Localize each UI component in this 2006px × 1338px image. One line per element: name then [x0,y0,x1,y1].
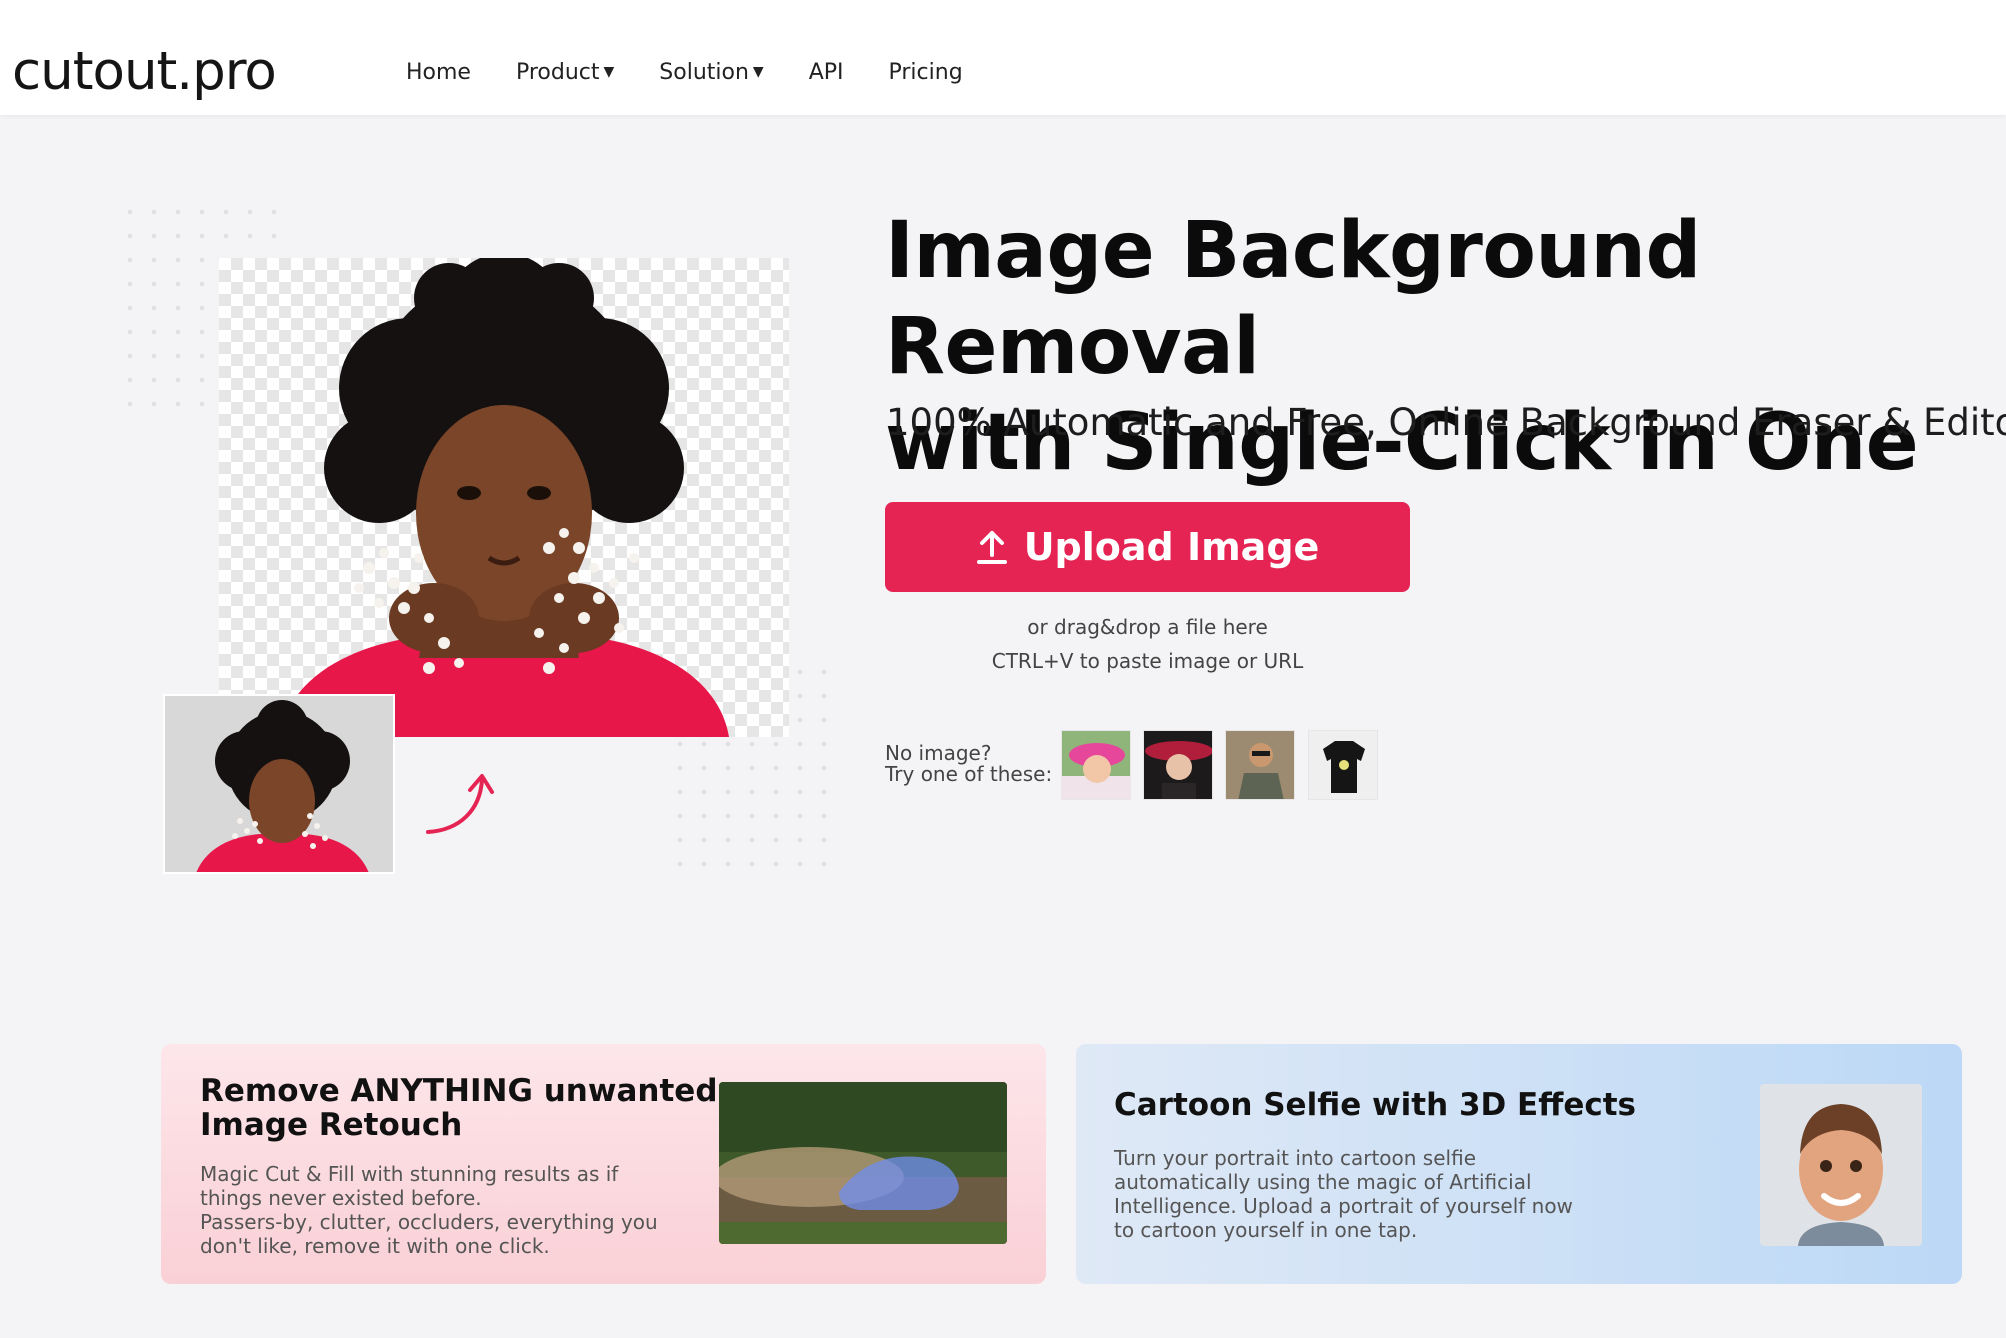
original-photo-thumbnail [163,694,395,874]
upload-image-label: Upload Image [1023,525,1320,569]
main-nav: Home Product ▼ Solution ▼ API Pricing [406,52,1008,92]
retouch-card-title: Remove ANYTHING unwanted - Image Retouch [200,1074,741,1142]
sample-images-label: No image? Try one of these: [885,743,1052,785]
nav-solution[interactable]: Solution ▼ [659,60,763,85]
sample-image-girl-pink-hat[interactable] [1061,730,1131,800]
nav-pricing-label: Pricing [888,59,963,85]
nav-solution-label: Solution [659,59,749,85]
nav-product-label: Product [515,59,600,85]
retouch-title-line1: Remove ANYTHING unwanted - [200,1073,742,1109]
rally-car-retouch-image [719,1082,1007,1244]
black-tshirt-thumbnail [1309,731,1377,799]
drag-drop-hint: or drag&drop a file here [1027,615,1268,639]
sample-image-man-suit[interactable] [1225,730,1295,800]
retouch-card-description: Magic Cut & Fill with stunning results a… [200,1162,658,1258]
sample-image-woman-red-hat[interactable] [1143,730,1213,800]
transparent-result-image [219,258,789,737]
nav-api-label: API [808,59,844,85]
paste-hint: CTRL+V to paste image or URL [991,649,1304,673]
page-subtitle: 100% Automatic and Free, Online Backgrou… [886,401,2006,444]
cutout-pro-logo[interactable]: cutout.pro [12,36,277,108]
woman-red-hat-thumbnail [1144,731,1212,799]
page-title-line1: Image Background Removal [885,206,1701,392]
retouch-desc-line3: Passers-by, clutter, occluders, everythi… [200,1210,658,1234]
girl-pink-hat-thumbnail [1062,731,1130,799]
nav-home[interactable]: Home [406,60,471,85]
sample-image-black-tshirt[interactable] [1308,730,1378,800]
retouch-desc-line4: don't like, remove it with one click. [200,1234,550,1258]
sample-label-line2: Try one of these: [885,762,1053,786]
nav-home-label: Home [406,59,471,85]
top-header: cutout.pro Home Product ▼ Solution ▼ API… [0,0,2006,115]
cartoon-desc-line4: to cartoon yourself in one tap. [1114,1218,1418,1242]
nav-api[interactable]: API [809,60,844,85]
nav-pricing[interactable]: Pricing [889,60,963,85]
retouch-title-line2: Image Retouch [200,1107,463,1143]
retouch-desc-line2: things never existed before. [200,1186,482,1210]
curved-arrow-icon [426,774,494,834]
cartoon-selfie-card[interactable]: Cartoon Selfie with 3D Effects Turn your… [1076,1044,1962,1284]
cartoon-desc-line1: Turn your portrait into cartoon selfie [1114,1146,1476,1170]
cartoon-card-title: Cartoon Selfie with 3D Effects [1114,1087,1637,1123]
cartoon-desc-line2: automatically using the magic of Artific… [1114,1170,1532,1194]
sample-label-line1: No image? [885,741,992,765]
cartoon-man-avatar [1760,1084,1922,1246]
cartoon-desc-line3: Intelligence. Upload a portrait of yours… [1114,1194,1573,1218]
image-retouch-card[interactable]: Remove ANYTHING unwanted - Image Retouch… [161,1044,1046,1284]
woman-cutout-illustration [279,258,729,737]
nav-product[interactable]: Product ▼ [516,60,614,85]
retouch-desc-line1: Magic Cut & Fill with stunning results a… [200,1162,619,1186]
caret-down-icon: ▼ [603,64,615,80]
cartoon-card-description: Turn your portrait into cartoon selfie a… [1114,1146,1573,1242]
man-suit-thumbnail [1226,731,1294,799]
upload-icon [976,529,1008,565]
caret-down-icon: ▼ [752,64,764,80]
woman-original-illustration [165,696,393,872]
upload-image-button[interactable]: Upload Image [885,502,1410,592]
